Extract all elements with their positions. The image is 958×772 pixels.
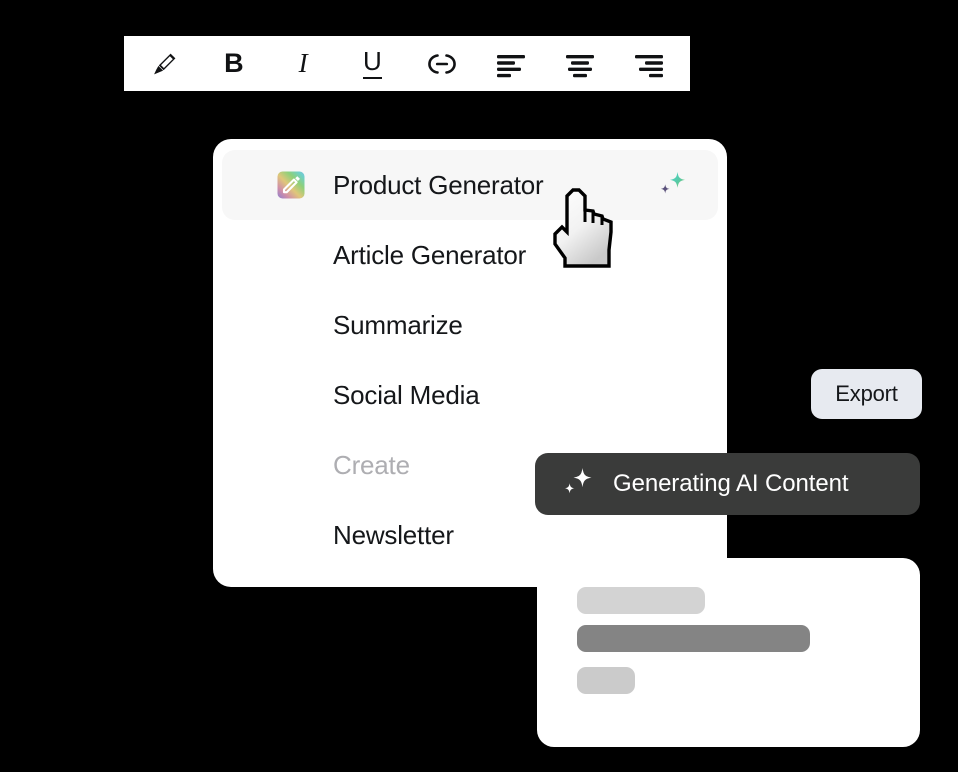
underline-button[interactable]: U (344, 42, 400, 86)
align-right-icon (632, 49, 666, 79)
menu-item-label: Summarize (333, 309, 463, 340)
skeleton-bar-1 (577, 587, 705, 614)
skeleton-bar-2 (577, 625, 810, 652)
align-left-icon (494, 49, 528, 79)
sparkles-icon (560, 465, 596, 504)
export-button[interactable]: Export (811, 369, 922, 419)
italic-icon: I (298, 48, 308, 78)
toast-label: Generating AI Content (613, 470, 849, 497)
align-center-button[interactable] (552, 42, 608, 86)
skeleton-bar-3 (577, 667, 635, 694)
underline-icon: U (362, 48, 382, 79)
formatting-toolbar: B I U (124, 36, 690, 91)
menu-item-article-generator[interactable]: Article Generator (222, 220, 718, 290)
generating-ai-content-toast: Generating AI Content (535, 453, 920, 515)
align-right-button[interactable] (621, 42, 677, 86)
bold-icon: B (224, 48, 244, 78)
link-icon (425, 49, 459, 79)
menu-item-summarize[interactable]: Summarize (222, 290, 718, 360)
memo-pencil-icon (276, 170, 306, 200)
italic-button[interactable]: I (275, 42, 331, 86)
align-center-icon (563, 49, 597, 79)
menu-item-label: Create (333, 449, 410, 480)
menu-item-social-media[interactable]: Social Media (222, 360, 718, 430)
menu-item-label: Product Generator (333, 169, 544, 200)
menu-item-label: Social Media (333, 379, 480, 410)
highlighter-button[interactable] (137, 42, 193, 86)
menu-item-label: Newsletter (333, 519, 454, 550)
export-button-label: Export (835, 381, 898, 406)
highlighter-icon (150, 49, 180, 79)
generator-dropdown-menu: Product Generator Article Generator Summ… (213, 139, 727, 587)
align-left-button[interactable] (483, 42, 539, 86)
sparkles-icon (656, 170, 688, 200)
menu-item-label: Article Generator (333, 239, 527, 270)
menu-item-product-generator[interactable]: Product Generator (222, 150, 718, 220)
link-button[interactable] (414, 42, 470, 86)
bold-button[interactable]: B (206, 42, 262, 86)
